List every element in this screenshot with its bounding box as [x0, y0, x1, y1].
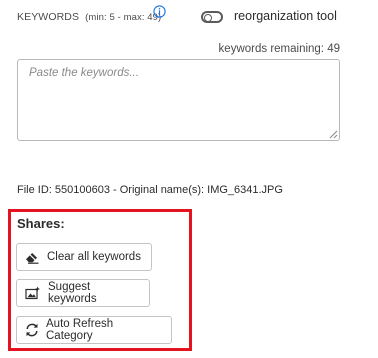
suggest-keywords-label: Suggest keywords — [48, 281, 97, 305]
keywords-label: KEYWORDS (min: 5 - max: 49) — [17, 11, 161, 23]
shares-title: Shares: — [17, 216, 65, 231]
refresh-icon — [26, 323, 38, 337]
clear-all-keywords-label: Clear all keywords — [47, 251, 141, 263]
auto-refresh-category-button[interactable]: Auto Refresh Category — [16, 316, 172, 344]
keywords-minmax: (min: 5 - max: 49) — [85, 12, 162, 23]
keywords-remaining: keywords remaining: 49 — [218, 43, 340, 55]
keywords-label-text: KEYWORDS — [17, 11, 80, 23]
reorganization-toggle-label: reorganization tool — [234, 9, 337, 23]
keywords-placeholder: Paste the keywords... — [29, 67, 139, 79]
info-icon[interactable] — [153, 5, 166, 18]
image-sparkle-icon — [25, 286, 40, 300]
keywords-textarea[interactable]: Paste the keywords... — [17, 59, 340, 141]
resize-handle-icon[interactable] — [329, 130, 338, 139]
suggest-keywords-button[interactable]: Suggest keywords — [16, 279, 150, 307]
auto-refresh-category-label: Auto Refresh Category — [46, 318, 114, 342]
eraser-icon — [26, 252, 39, 264]
reorganization-toggle[interactable] — [201, 11, 223, 23]
clear-all-keywords-button[interactable]: Clear all keywords — [16, 243, 152, 271]
toggle-knob — [204, 14, 212, 22]
file-info: File ID: 550100603 - Original name(s): I… — [17, 184, 283, 196]
